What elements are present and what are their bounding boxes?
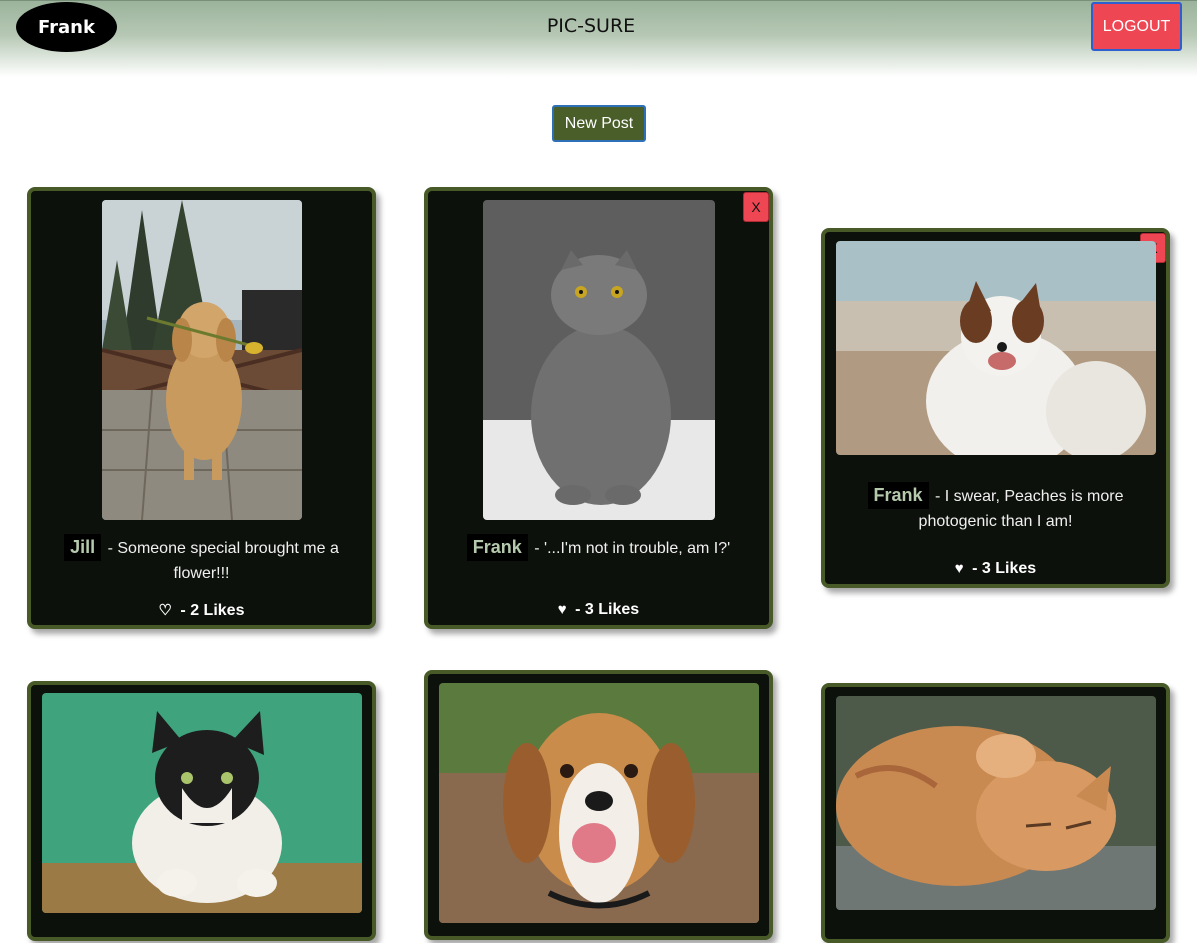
like-button[interactable]: ♥ - 3 Likes: [428, 601, 769, 619]
likes-count: - 3 Likes: [570, 601, 640, 618]
delete-post-button[interactable]: X: [743, 192, 769, 222]
post-caption-text: - Someone special brought me a flower!!!: [103, 540, 339, 582]
logout-button[interactable]: LOGOUT: [1091, 2, 1182, 51]
likes-count: - 2 Likes: [175, 602, 245, 619]
post-card: Jill - Someone special brought me a flow…: [27, 187, 376, 629]
heart-filled-icon[interactable]: ♥: [955, 560, 964, 577]
post-photo-beagle: [439, 683, 759, 923]
post-caption: Jill - Someone special brought me a flow…: [31, 534, 372, 586]
post-photo-grey-cat: [483, 200, 715, 520]
post-card: X Frank - I swear, Peaches is more photo…: [821, 228, 1170, 588]
post-photo-collie: [836, 241, 1156, 455]
heart-filled-icon[interactable]: ♥: [558, 601, 567, 618]
heart-outline-icon[interactable]: ♡: [159, 602, 172, 619]
post-card: [424, 670, 773, 940]
new-post-button[interactable]: New Post: [552, 105, 646, 142]
like-button[interactable]: ♡ - 2 Likes: [31, 601, 372, 620]
post-caption: Frank - I swear, Peaches is more photoge…: [825, 482, 1166, 534]
top-navbar: Frank PIC-SURE LOGOUT: [0, 0, 1197, 77]
post-caption: Frank - '...I'm not in trouble, am I?': [428, 534, 769, 561]
post-author[interactable]: Frank: [867, 482, 929, 509]
post-card: X Frank - '...I'm not in trouble, am I?'…: [424, 187, 773, 629]
post-caption-text: - '...I'm not in trouble, am I?': [529, 540, 731, 557]
post-author[interactable]: Frank: [466, 534, 528, 561]
post-photo-dog-flower: [102, 200, 302, 520]
post-author[interactable]: Jill: [64, 534, 102, 561]
app-title: PIC-SURE: [546, 15, 636, 37]
post-caption-text: - I swear, Peaches is more photogenic th…: [918, 488, 1124, 530]
post-card: [27, 681, 376, 941]
like-button[interactable]: ♥ - 3 Likes: [825, 560, 1166, 578]
post-card: [821, 683, 1170, 943]
post-photo-tuxedo-cat: [42, 693, 362, 913]
likes-count: - 3 Likes: [967, 560, 1037, 577]
post-photo-orange-cat: [836, 696, 1156, 910]
